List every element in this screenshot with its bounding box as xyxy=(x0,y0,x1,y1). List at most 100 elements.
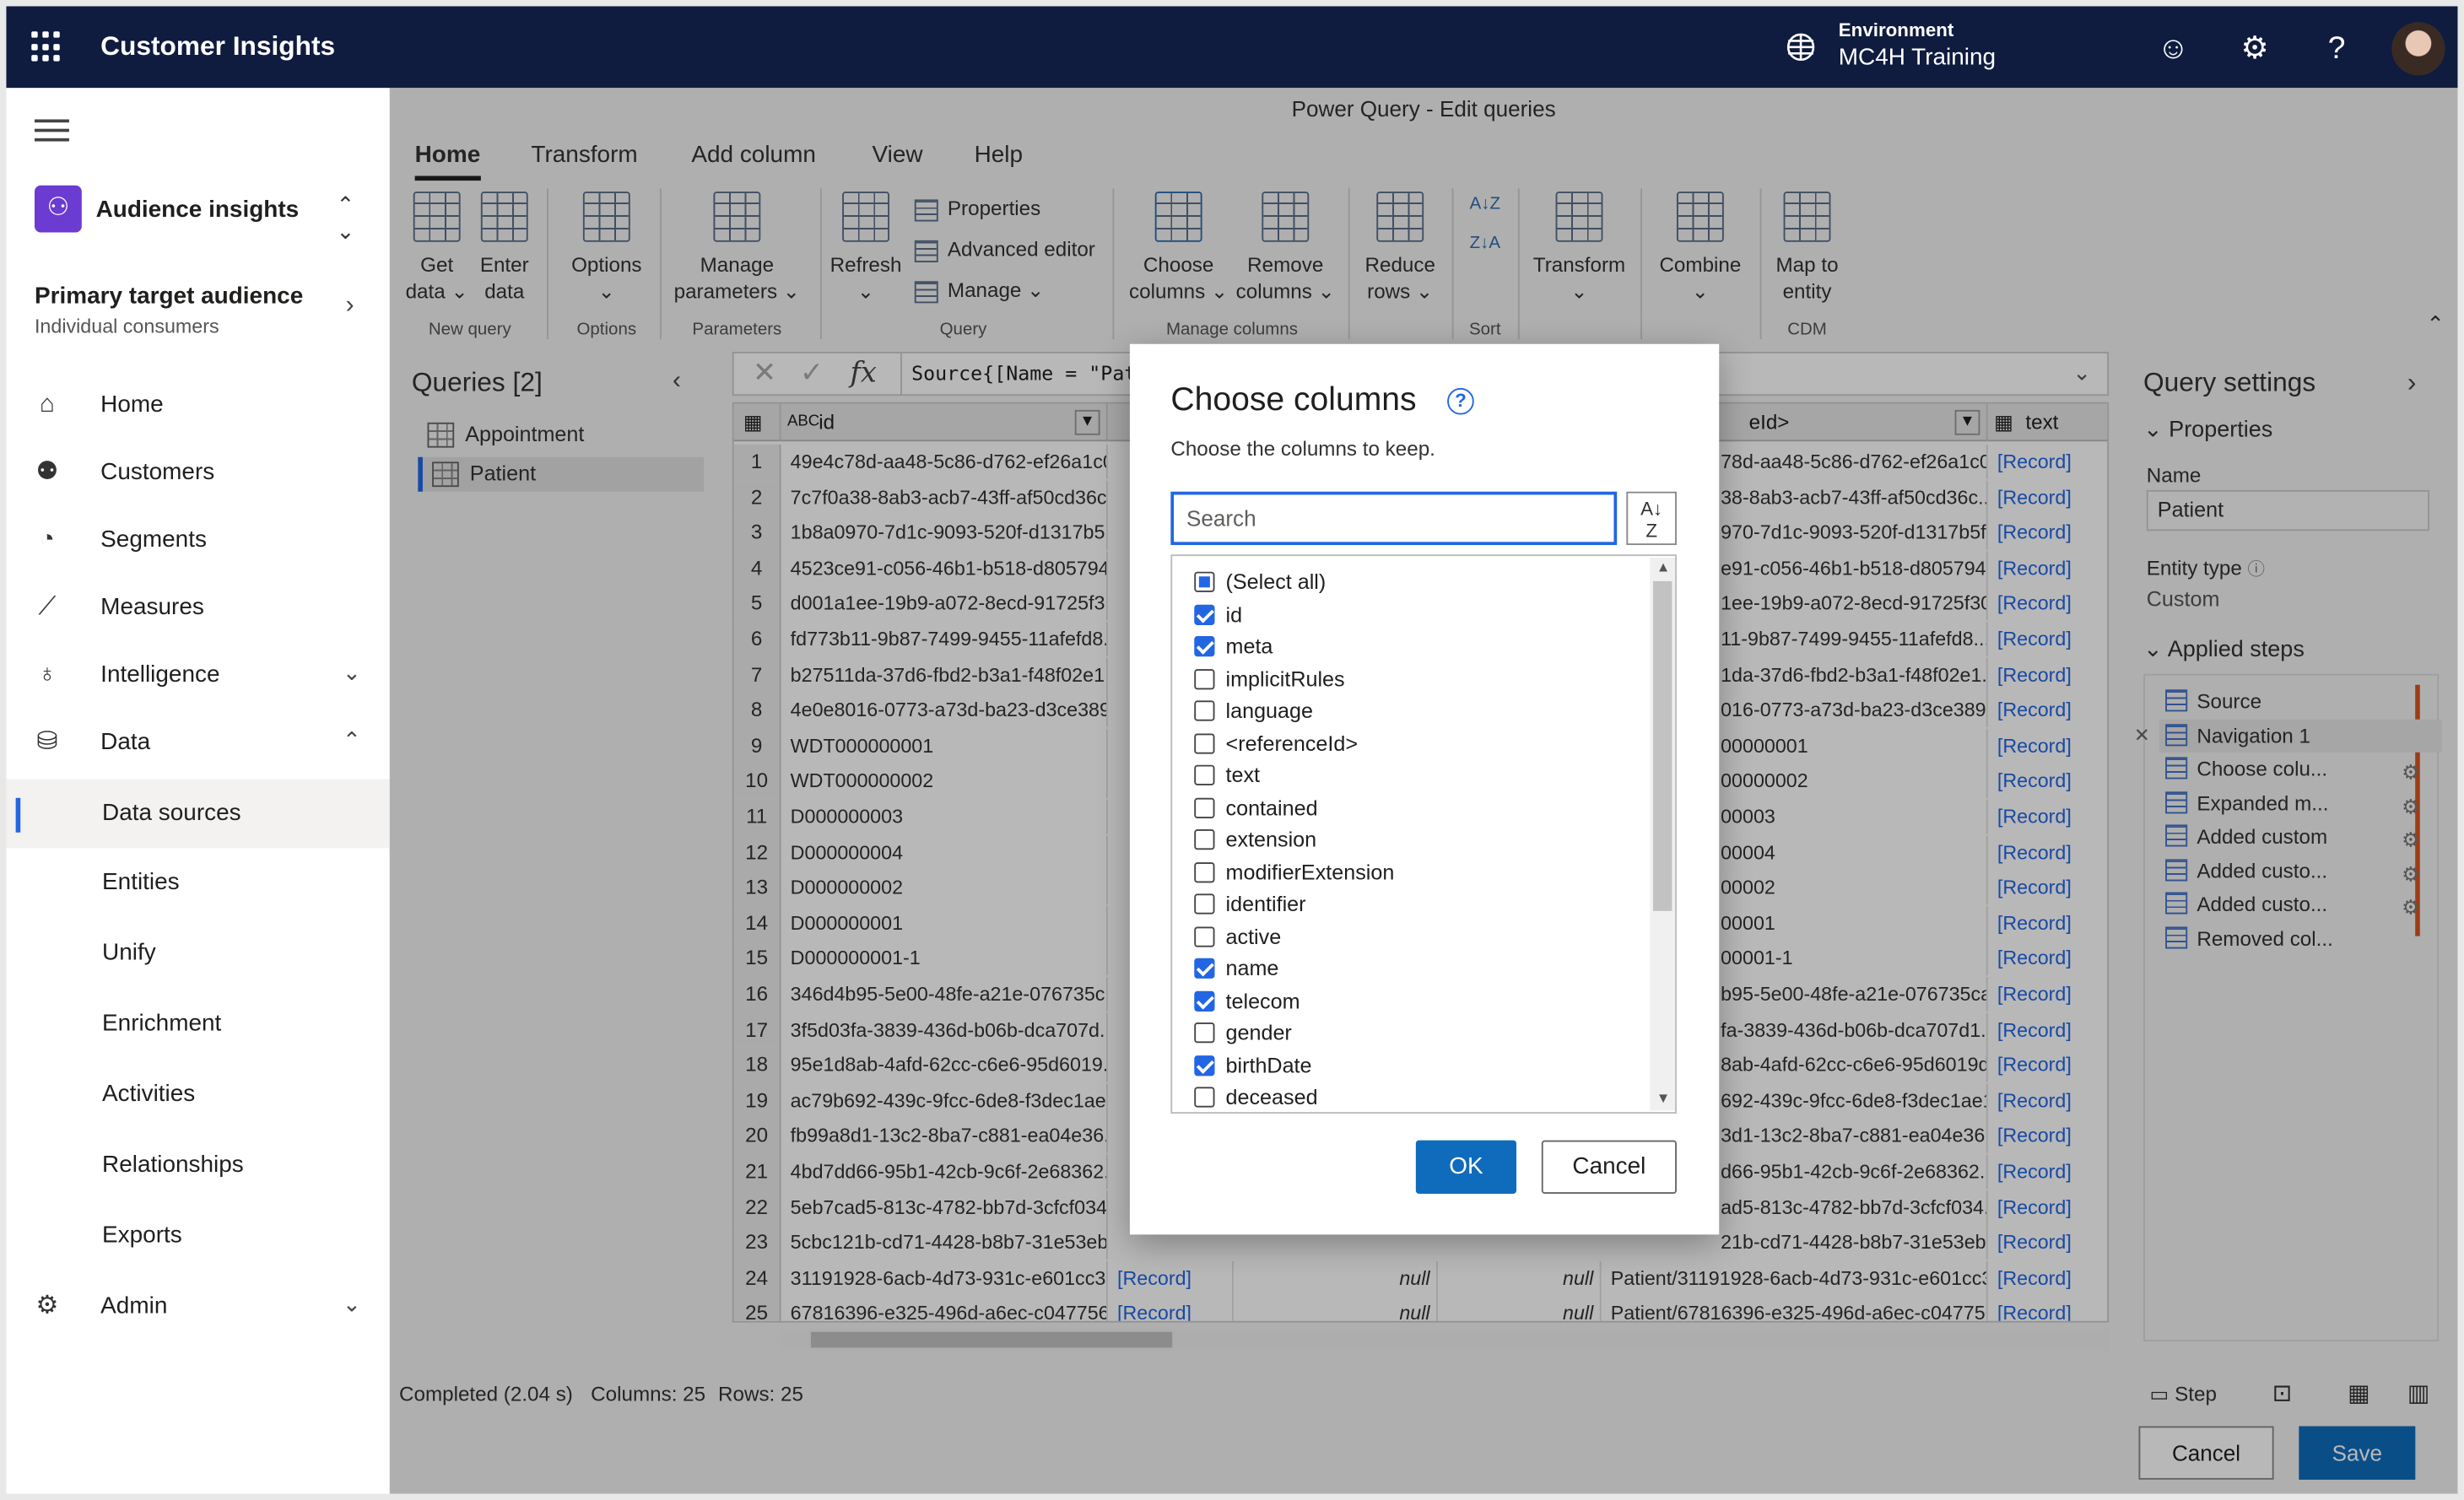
column-checkbox-item[interactable]: active xyxy=(1194,921,1281,952)
checkbox[interactable] xyxy=(1194,700,1215,721)
customers-icon: ⚉ xyxy=(35,458,59,486)
column-checkbox-item[interactable]: id xyxy=(1194,599,1242,630)
column-label: telecom xyxy=(1225,989,1300,1012)
column-checkbox-item[interactable]: (Select all) xyxy=(1194,567,1326,598)
cancel-button[interactable]: Cancel xyxy=(1541,1140,1677,1194)
column-label: contained xyxy=(1225,796,1318,819)
sidebar-item-label: Entities xyxy=(102,868,180,896)
help-icon[interactable]: ? xyxy=(2316,29,2357,69)
checkbox[interactable] xyxy=(1194,1087,1215,1108)
audience-subtitle: Individual consumers xyxy=(34,316,219,338)
sidebar-item-activities[interactable]: Activities xyxy=(6,1063,389,1125)
checkbox[interactable] xyxy=(1194,603,1215,625)
column-label: birthDate xyxy=(1225,1053,1312,1077)
up-down-chevron-icon[interactable]: ⌃ ⌄ xyxy=(337,192,355,245)
sidebar-item-label: Relationships xyxy=(102,1151,244,1179)
active-indicator xyxy=(15,797,21,833)
sidebar-item-data-sources[interactable]: Data sources xyxy=(6,779,390,849)
sidebar-item-label: Intelligence xyxy=(100,661,220,688)
sidebar-item-admin[interactable]: ⚙ Admin ⌄ xyxy=(6,1276,389,1338)
sidebar-item-segments[interactable]: ◔ Segments xyxy=(6,509,389,571)
column-label: gender xyxy=(1225,1021,1292,1045)
column-label: (Select all) xyxy=(1225,569,1327,594)
checkbox[interactable] xyxy=(1194,1022,1215,1044)
checkbox[interactable] xyxy=(1194,636,1215,657)
sort-az-icon[interactable]: A↓ Z xyxy=(1626,491,1677,546)
checkbox[interactable] xyxy=(1194,796,1215,818)
sidebar-item-data[interactable]: ⛁ Data ⌃ xyxy=(6,711,389,774)
sidebar: ⚇ Audience insights ⌃ ⌄ Primary target au… xyxy=(6,88,390,1494)
checkbox[interactable] xyxy=(1194,990,1215,1012)
sidebar-item-label: Enrichment xyxy=(102,1010,222,1037)
sidebar-item-label: Home xyxy=(100,391,164,418)
scroll-thumb[interactable] xyxy=(1653,580,1672,911)
checkbox[interactable] xyxy=(1194,732,1215,753)
sidebar-item-label: Segments xyxy=(100,526,207,553)
sidebar-item-intelligence[interactable]: ♁ Intelligence ⌄ xyxy=(6,644,389,706)
column-checkbox-item[interactable]: name xyxy=(1194,953,1278,985)
column-checkbox-item[interactable]: extension xyxy=(1194,824,1316,855)
audience-insights-icon: ⚇ xyxy=(34,185,82,233)
column-checkbox-item[interactable]: modifierExtension xyxy=(1194,857,1394,888)
environment-label: Environment xyxy=(1838,19,1954,41)
chevron-right-icon[interactable]: › xyxy=(346,292,354,321)
checkbox[interactable] xyxy=(1194,668,1215,689)
app-switcher-label[interactable]: Audience insights xyxy=(96,197,300,224)
checkbox[interactable] xyxy=(1194,861,1215,882)
avatar[interactable] xyxy=(2391,22,2445,76)
column-checkbox-item[interactable]: deceased xyxy=(1194,1082,1318,1112)
scroll-up-icon[interactable]: ▲ xyxy=(1656,559,1671,575)
checkbox[interactable] xyxy=(1194,764,1215,785)
sidebar-item-measures[interactable]: ⟋ Measures xyxy=(6,576,389,639)
column-checkbox-item[interactable]: implicitRules xyxy=(1194,664,1345,695)
segments-icon: ◔ xyxy=(39,526,55,553)
column-label: id xyxy=(1225,602,1243,626)
search-input[interactable]: Search xyxy=(1170,491,1618,546)
sidebar-item-unify[interactable]: Unify xyxy=(6,922,389,985)
column-label: <referenceId> xyxy=(1225,731,1359,755)
sidebar-item-exports[interactable]: Exports xyxy=(6,1205,389,1267)
choose-columns-dialog: Choose columns ? Choose the columns to k… xyxy=(1129,343,1720,1235)
hamburger-icon[interactable] xyxy=(34,119,69,142)
data-icon: ⛁ xyxy=(36,728,58,756)
checkbox[interactable] xyxy=(1194,1055,1215,1076)
column-label: language xyxy=(1225,699,1313,723)
audience-title[interactable]: Primary target audience xyxy=(35,283,303,310)
home-icon: ⌂ xyxy=(39,391,55,418)
column-checkbox-item[interactable]: telecom xyxy=(1194,985,1300,1017)
sidebar-item-home[interactable]: ⌂ Home xyxy=(6,374,389,436)
column-label: text xyxy=(1225,763,1261,787)
smiley-icon[interactable]: ☺ xyxy=(2153,29,2193,69)
column-checkbox-item[interactable]: birthDate xyxy=(1194,1050,1312,1082)
checkbox[interactable] xyxy=(1194,893,1215,915)
ok-button[interactable]: OK xyxy=(1415,1140,1517,1194)
help-icon[interactable]: ? xyxy=(1447,387,1474,415)
checkbox[interactable] xyxy=(1194,958,1215,979)
environment-icon xyxy=(1786,33,1815,62)
column-checkbox-item[interactable]: identifier xyxy=(1194,889,1306,920)
sidebar-item-customers[interactable]: ⚉ Customers xyxy=(6,441,389,504)
sidebar-item-label: Exports xyxy=(102,1222,182,1249)
column-checkbox-item[interactable]: <referenceId> xyxy=(1194,728,1358,759)
sidebar-item-entities[interactable]: Entities xyxy=(6,851,389,914)
column-checkbox-item[interactable]: contained xyxy=(1194,792,1318,823)
checkbox[interactable] xyxy=(1194,829,1215,850)
sidebar-item-relationships[interactable]: Relationships xyxy=(6,1134,389,1196)
environment-value[interactable]: MC4H Training xyxy=(1839,44,1996,71)
checkbox[interactable] xyxy=(1194,571,1215,592)
chevron-down-icon: ⌄ xyxy=(342,1291,361,1317)
sidebar-item-label: Data sources xyxy=(102,799,241,827)
column-checkbox-item[interactable]: language xyxy=(1194,696,1313,727)
checkbox[interactable] xyxy=(1194,925,1215,947)
column-checkbox-item[interactable]: text xyxy=(1194,760,1260,791)
waffle-icon[interactable] xyxy=(31,31,62,62)
sidebar-item-label: Customers xyxy=(100,458,215,486)
column-label: active xyxy=(1225,924,1282,948)
column-checkbox-item[interactable]: gender xyxy=(1194,1017,1292,1049)
scroll-down-icon[interactable]: ▼ xyxy=(1656,1090,1671,1106)
sidebar-item-enrichment[interactable]: Enrichment xyxy=(6,993,389,1055)
gear-icon[interactable]: ⚙ xyxy=(2234,29,2275,69)
app-name[interactable]: Customer Insights xyxy=(100,31,335,62)
column-checkbox-item[interactable]: meta xyxy=(1194,631,1273,662)
bulb-icon: ♁ xyxy=(37,661,57,688)
